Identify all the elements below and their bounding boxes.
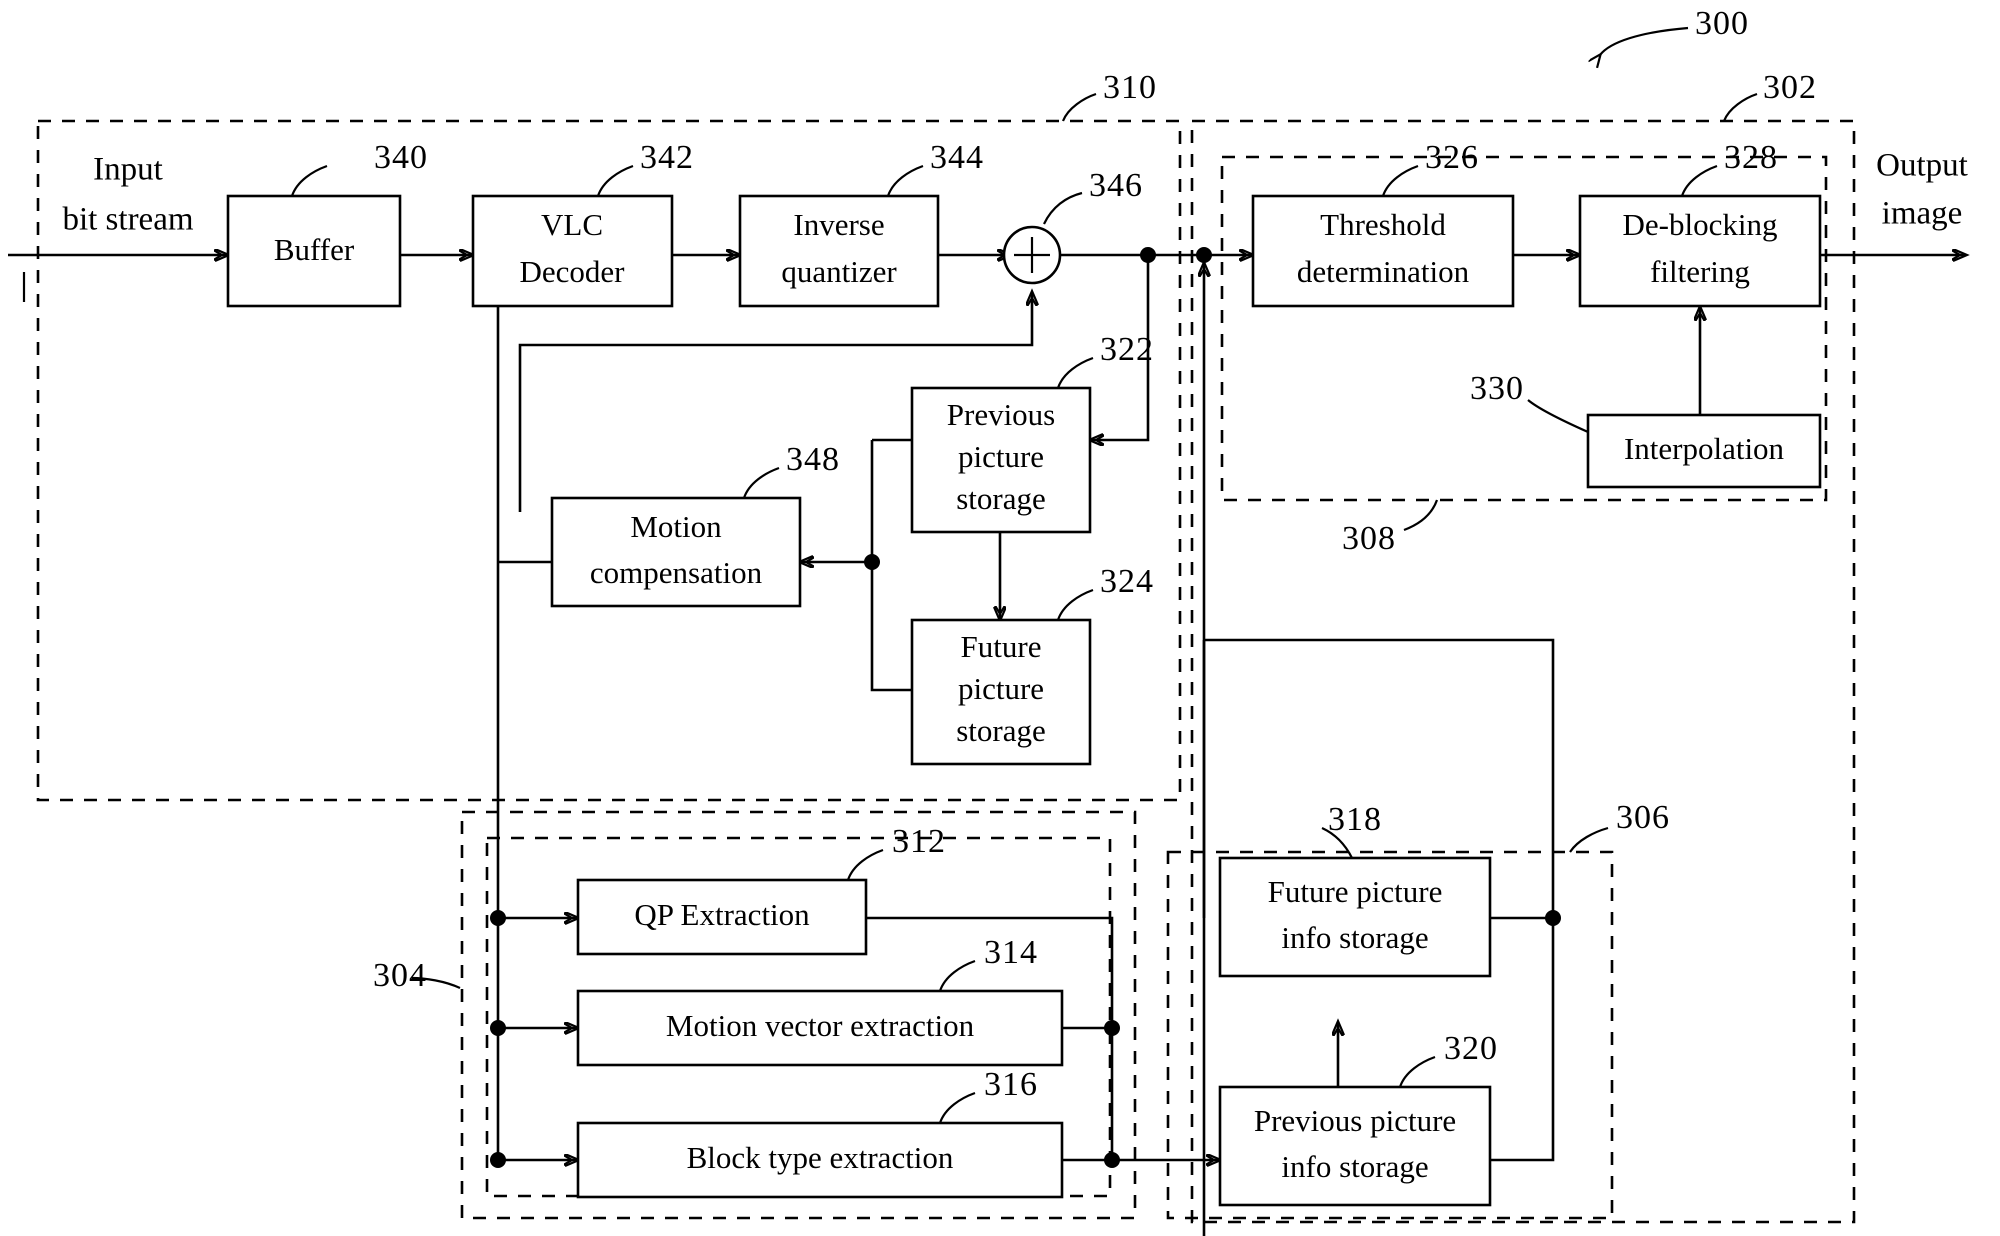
junction-dot-bt-out [1104, 1152, 1120, 1168]
block-label-342-l1: VLC [541, 207, 603, 242]
output-label-line1: Output [1876, 148, 1968, 184]
leader-310 [1061, 92, 1097, 122]
block-label-318-l1: Future picture [1268, 874, 1443, 909]
block-label-324-l3: storage [956, 713, 1046, 748]
leader-324 [1056, 588, 1094, 621]
ref-320: 320 [1444, 1030, 1498, 1067]
input-label-line2: bit stream [62, 202, 193, 238]
leader-344 [886, 164, 924, 197]
block-label-328-l2: filtering [1650, 254, 1750, 289]
block-label-342-l2: Decoder [520, 254, 626, 289]
block-label-314: Motion vector extraction [666, 1008, 975, 1043]
leader-302 [1722, 92, 1758, 122]
output-label-line2: image [1882, 196, 1963, 232]
figure-canvas: Input bit stream Output image Buffer VLC… [0, 0, 2000, 1236]
block-label-322-l3: storage [956, 481, 1046, 516]
ref-348: 348 [786, 441, 840, 478]
leader-312 [846, 848, 884, 881]
input-label-line1: Input [93, 152, 163, 188]
leader-316 [938, 1091, 976, 1124]
wire-info-loop [1490, 918, 1555, 1162]
wire-bus-to-future-storage [870, 562, 912, 692]
ref-346: 346 [1089, 167, 1143, 204]
leader-308 [1403, 499, 1439, 532]
ref-314: 314 [984, 934, 1038, 971]
block-label-330: Interpolation [1624, 431, 1785, 466]
leader-320 [1398, 1055, 1436, 1088]
block-label-320-l1: Previous picture [1254, 1103, 1456, 1138]
ref-312: 312 [892, 823, 946, 860]
block-label-318-l2: info storage [1281, 920, 1428, 955]
leader-330 [1527, 399, 1589, 434]
ref-342: 342 [640, 139, 694, 176]
ref-322: 322 [1100, 331, 1154, 368]
ref-302: 302 [1763, 69, 1817, 106]
block-label-312: QP Extraction [634, 897, 810, 932]
leader-326 [1381, 164, 1419, 197]
ref-300: 300 [1695, 5, 1749, 42]
block-label-322-l1: Previous [947, 397, 1056, 432]
leader-348 [742, 466, 780, 499]
leader-342 [596, 164, 634, 197]
ref-310: 310 [1103, 69, 1157, 106]
leader-322 [1056, 356, 1094, 389]
block-label-340: Buffer [274, 232, 355, 267]
leader-346 [1043, 191, 1083, 225]
leader-306 [1569, 826, 1609, 853]
ref-344: 344 [930, 139, 984, 176]
ref-306: 306 [1616, 799, 1670, 836]
block-label-316: Block type extraction [687, 1140, 954, 1175]
leader-328 [1680, 164, 1718, 197]
ref-330: 330 [1470, 370, 1524, 407]
block-label-320-l2: info storage [1281, 1149, 1428, 1184]
block-label-348-l2: compensation [590, 555, 763, 590]
block-label-328-l1: De-blocking [1623, 207, 1778, 242]
block-label-344-l1: Inverse [793, 207, 884, 242]
block-label-324-l2: picture [958, 671, 1044, 706]
block-label-324-l1: Future [961, 629, 1042, 664]
block-label-344-l2: quantizer [781, 254, 897, 289]
junction-dot-b [1196, 247, 1212, 263]
ref-328: 328 [1724, 139, 1778, 176]
ref-324: 324 [1100, 563, 1154, 600]
block-label-326-l1: Threshold [1320, 207, 1446, 242]
leader-314 [938, 959, 976, 992]
diagram-svg: Input bit stream Output image Buffer VLC… [8, 5, 2000, 1236]
ref-316: 316 [984, 1066, 1038, 1103]
ref-340: 340 [374, 139, 428, 176]
ref-326: 326 [1425, 139, 1479, 176]
block-label-322-l2: picture [958, 439, 1044, 474]
block-label-326-l2: determination [1297, 254, 1470, 289]
ref-318: 318 [1328, 801, 1382, 838]
block-label-348-l1: Motion [630, 509, 722, 544]
leader-340 [290, 164, 328, 197]
leader-300 [1600, 26, 1689, 55]
ref-308: 308 [1342, 520, 1396, 557]
ref-304: 304 [373, 957, 427, 994]
